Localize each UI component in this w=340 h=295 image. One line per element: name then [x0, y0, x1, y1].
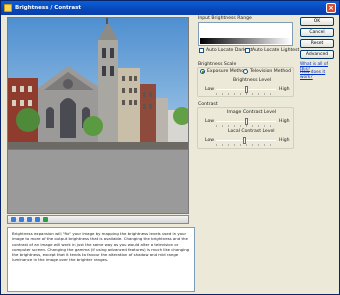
brightness-low-label: Low — [205, 87, 215, 92]
advanced-button[interactable]: Advanced — [300, 50, 334, 59]
image-contrast-ticks — [216, 125, 276, 127]
local-contrast-high-label: High — [279, 138, 290, 143]
preview-empty-area — [7, 150, 189, 214]
title-bar[interactable]: Brightness / Contrast × — [1, 1, 339, 15]
exposure-method-radio[interactable] — [200, 69, 205, 74]
auto-darkest-checkbox[interactable] — [199, 48, 204, 53]
brightness-level-label: Brightness Level — [233, 78, 272, 83]
auto-lightest-checkbox[interactable] — [245, 48, 250, 53]
close-icon[interactable]: × — [326, 3, 336, 13]
reset-button[interactable]: Reset — [300, 39, 334, 48]
local-contrast-thumb[interactable] — [242, 137, 246, 144]
zoom-out-icon[interactable] — [19, 217, 24, 222]
brightness-ticks — [216, 93, 276, 95]
dialog-window: Brightness / Contrast × Brightness expan… — [0, 0, 340, 295]
image-contrast-label: Image Contrast Level — [227, 110, 277, 115]
exposure-method-label: Exposure Method — [207, 69, 247, 74]
image-contrast-slider[interactable] — [216, 118, 276, 125]
histogram-gradient — [200, 38, 291, 44]
local-contrast-low-label: Low — [205, 138, 215, 143]
histogram[interactable] — [198, 22, 293, 46]
brightness-slider[interactable] — [216, 86, 276, 93]
description-text: Brightness expansion will "fix" your ima… — [7, 227, 195, 292]
auto-lightest-label: Auto Locate Lightest — [252, 48, 300, 53]
television-method-label: Television Method — [250, 69, 292, 74]
preview-toolbar — [7, 215, 189, 224]
local-contrast-slider[interactable] — [216, 137, 276, 144]
app-icon — [4, 4, 12, 12]
preview-image — [8, 18, 188, 149]
input-range-label: Input Brightness Range — [198, 16, 252, 21]
ok-button[interactable]: OK — [300, 17, 334, 26]
image-contrast-high-label: High — [279, 119, 290, 124]
compare-icon[interactable] — [43, 217, 48, 222]
brightness-slider-thumb[interactable] — [244, 86, 248, 93]
fit-icon[interactable] — [27, 217, 32, 222]
television-method-radio[interactable] — [243, 69, 248, 74]
image-contrast-thumb[interactable] — [244, 118, 248, 125]
local-contrast-label: Local Contrast Level — [228, 129, 275, 134]
image-preview[interactable] — [7, 17, 189, 150]
window-title: Brightness / Contrast — [15, 5, 81, 11]
local-contrast-ticks — [216, 144, 276, 146]
cancel-button[interactable]: Cancel — [300, 28, 334, 37]
how-works-link[interactable]: How does it work? — [300, 70, 339, 80]
image-contrast-low-label: Low — [205, 119, 215, 124]
zoom-in-icon[interactable] — [11, 217, 16, 222]
brightness-high-label: High — [279, 87, 290, 92]
actual-size-icon[interactable] — [35, 217, 40, 222]
